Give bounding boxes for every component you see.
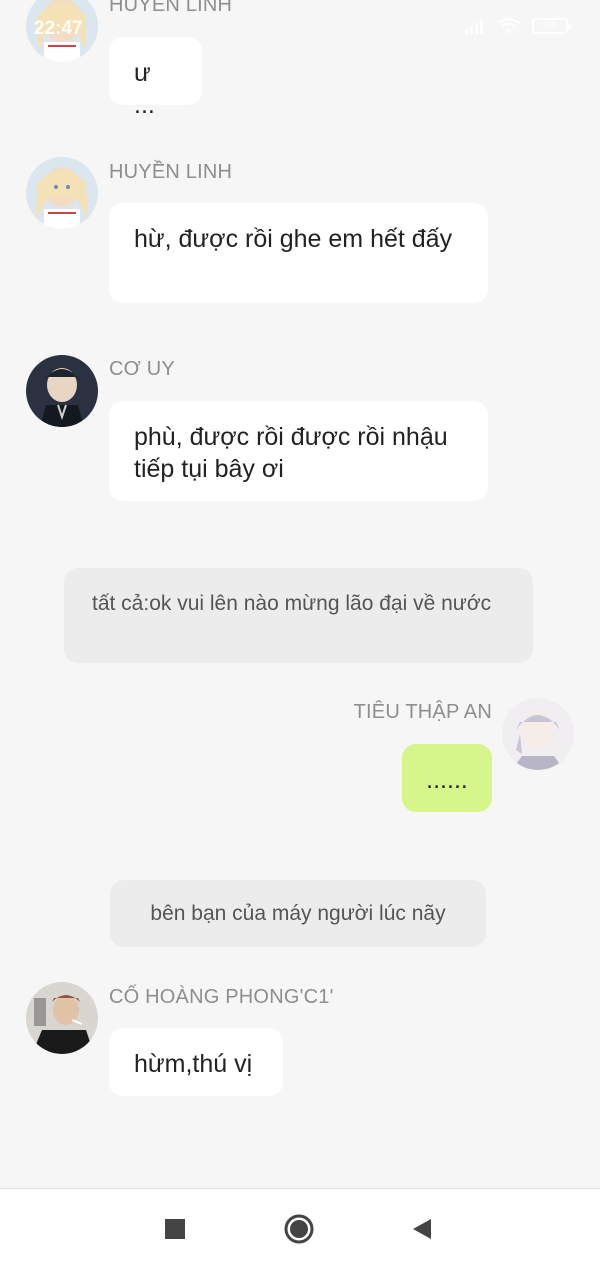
triangle-back-icon — [413, 1219, 431, 1239]
sender-name: HUYỀN LINH — [109, 161, 233, 183]
recent-apps-button[interactable] — [159, 1213, 191, 1245]
avatar-co-hoang-phong[interactable] — [26, 982, 98, 1054]
circle-icon — [284, 1214, 314, 1244]
battery-icon: 84 — [532, 18, 571, 34]
sender-name: CƠ UY — [109, 358, 175, 380]
message-bubble[interactable]: hừ, được rồi ghe em hết đấy — [109, 203, 488, 303]
narration-box: tất cả:ok vui lên nào mừng lão đại về nư… — [64, 568, 533, 663]
avatar-co-uy[interactable] — [26, 355, 98, 427]
status-bar: 22:47 84 — [0, 0, 600, 60]
sender-name: CỐ HOÀNG PHONG'C1' — [109, 986, 334, 1008]
status-time: 22:47 — [34, 18, 83, 39]
status-icons: 84 — [464, 18, 571, 34]
sender-name: TIÊU THẬP AN — [353, 701, 492, 723]
message-bubble[interactable]: hừm,thú vị — [109, 1028, 283, 1096]
navigation-bar — [0, 1188, 600, 1267]
message-bubble[interactable]: phù, được rồi được rồi nhậu tiếp tụi bây… — [109, 401, 488, 501]
signal-icon — [465, 19, 483, 34]
narration-box: bên bạn của máy người lúc nãy — [110, 880, 486, 947]
avatar-tieu-thap-an[interactable] — [502, 698, 574, 770]
home-button[interactable] — [283, 1213, 315, 1245]
avatar-huyen-linh-2[interactable] — [26, 157, 98, 229]
message-bubble-self[interactable]: ...... — [402, 744, 492, 812]
wifi-icon — [498, 18, 520, 33]
square-icon — [165, 1219, 185, 1239]
battery-level: 84 — [544, 20, 556, 31]
back-button[interactable] — [406, 1213, 438, 1245]
